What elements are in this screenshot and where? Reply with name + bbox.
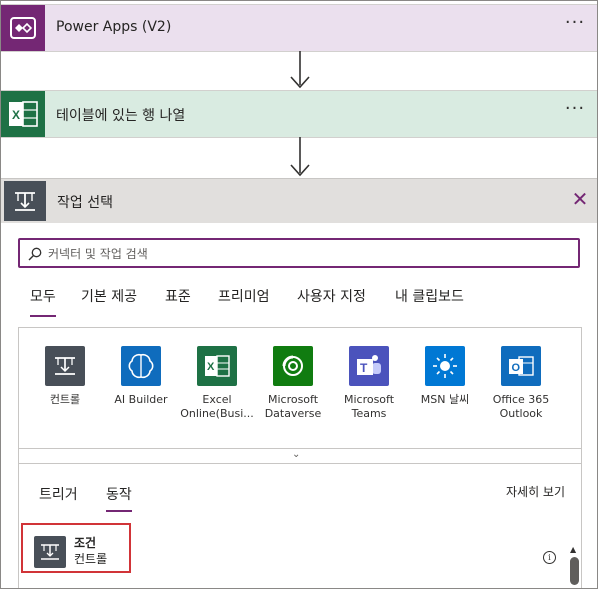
connector-label: 컨트롤 [49, 393, 81, 406]
connector-excel-online[interactable]: X Excel Online(Busi... [179, 346, 255, 421]
action-connector: 컨트롤 [74, 552, 108, 566]
connector-ai-builder[interactable]: AI Builder [103, 346, 179, 407]
more-options-icon[interactable]: ··· [561, 13, 589, 37]
panel-title: 작업 선택 [57, 195, 113, 211]
step-title: 테이블에 있는 행 나열 [56, 108, 186, 124]
search-icon [28, 247, 42, 261]
search-input[interactable] [46, 243, 570, 265]
outlook-icon: O [501, 346, 541, 386]
connector-control[interactable]: 컨트롤 [27, 346, 103, 407]
expand-connectors-button[interactable]: ⌄ [18, 448, 582, 464]
connector-label: AI Builder [114, 393, 168, 406]
flow-designer: Power Apps (V2) ··· X 테이블에 있는 행 나열 ··· 작… [0, 0, 598, 589]
tab-actions[interactable]: 동작 [106, 484, 132, 512]
connector-label: Excel Online(Busi... [180, 393, 254, 420]
chevron-down-icon: ⌄ [292, 449, 301, 460]
panel-header: 작업 선택 ✕ [1, 179, 597, 223]
tab-all[interactable]: 모두 [30, 286, 56, 317]
power-apps-icon [1, 5, 45, 51]
tab-standard[interactable]: 표준 [165, 286, 191, 306]
control-icon [4, 181, 46, 221]
svg-text:X: X [207, 361, 215, 373]
tab-my-clipboard[interactable]: 내 클립보드 [395, 286, 464, 306]
operations-section: 트리거 동작 자세히 보기 조건 컨트롤 i ▲ [18, 464, 582, 588]
close-icon[interactable]: ✕ [569, 188, 591, 210]
scrollbar-thumb[interactable] [570, 557, 579, 585]
tab-premium[interactable]: 프리미엄 [218, 286, 270, 306]
connector-label: Office 365 Outlook [492, 393, 550, 420]
trigger-title: Power Apps (V2) [56, 19, 172, 35]
connector-arrow-icon [290, 137, 310, 177]
connector-grid: 컨트롤 AI Builder X Excel Online(Busi... Mi… [18, 327, 582, 449]
svg-text:X: X [12, 108, 20, 122]
svg-text:T: T [360, 361, 368, 375]
connector-label: Microsoft Dataverse [264, 393, 322, 420]
teams-icon: T [349, 346, 389, 386]
more-options-icon[interactable]: ··· [561, 99, 589, 123]
excel-icon: X [197, 346, 237, 386]
info-icon[interactable]: i [543, 551, 556, 564]
tab-built-in[interactable]: 기본 제공 [81, 286, 137, 306]
step-card-list-rows[interactable]: X 테이블에 있는 행 나열 ··· [1, 90, 597, 138]
connector-arrow-icon [290, 51, 310, 89]
search-box[interactable] [18, 238, 580, 268]
connector-dataverse[interactable]: Microsoft Dataverse [255, 346, 331, 421]
scroll-up-icon[interactable]: ▲ [570, 545, 576, 554]
action-condition[interactable]: 조건 컨트롤 [21, 523, 131, 573]
dataverse-icon [273, 346, 313, 386]
tab-triggers[interactable]: 트리거 [39, 484, 78, 504]
connector-teams[interactable]: T Microsoft Teams [331, 346, 407, 421]
svg-text:O: O [512, 362, 521, 374]
connector-label: Microsoft Teams [343, 393, 395, 420]
trigger-card-power-apps[interactable]: Power Apps (V2) ··· [1, 4, 597, 52]
connector-office365-outlook[interactable]: O Office 365 Outlook [483, 346, 559, 421]
excel-icon: X [1, 91, 45, 137]
ai-builder-icon [121, 346, 161, 386]
tab-custom[interactable]: 사용자 지정 [297, 286, 366, 306]
action-name: 조건 [74, 536, 97, 550]
weather-icon [425, 346, 465, 386]
control-icon [34, 536, 66, 568]
see-more-link[interactable]: 자세히 보기 [506, 483, 565, 500]
connector-msn-weather[interactable]: MSN 날씨 [407, 346, 483, 407]
control-icon [45, 346, 85, 386]
choose-operation-panel: 작업 선택 ✕ 모두 기본 제공 표준 프리미엄 사용자 지정 내 클립보드 [1, 178, 597, 588]
connector-label: MSN 날씨 [420, 393, 470, 406]
